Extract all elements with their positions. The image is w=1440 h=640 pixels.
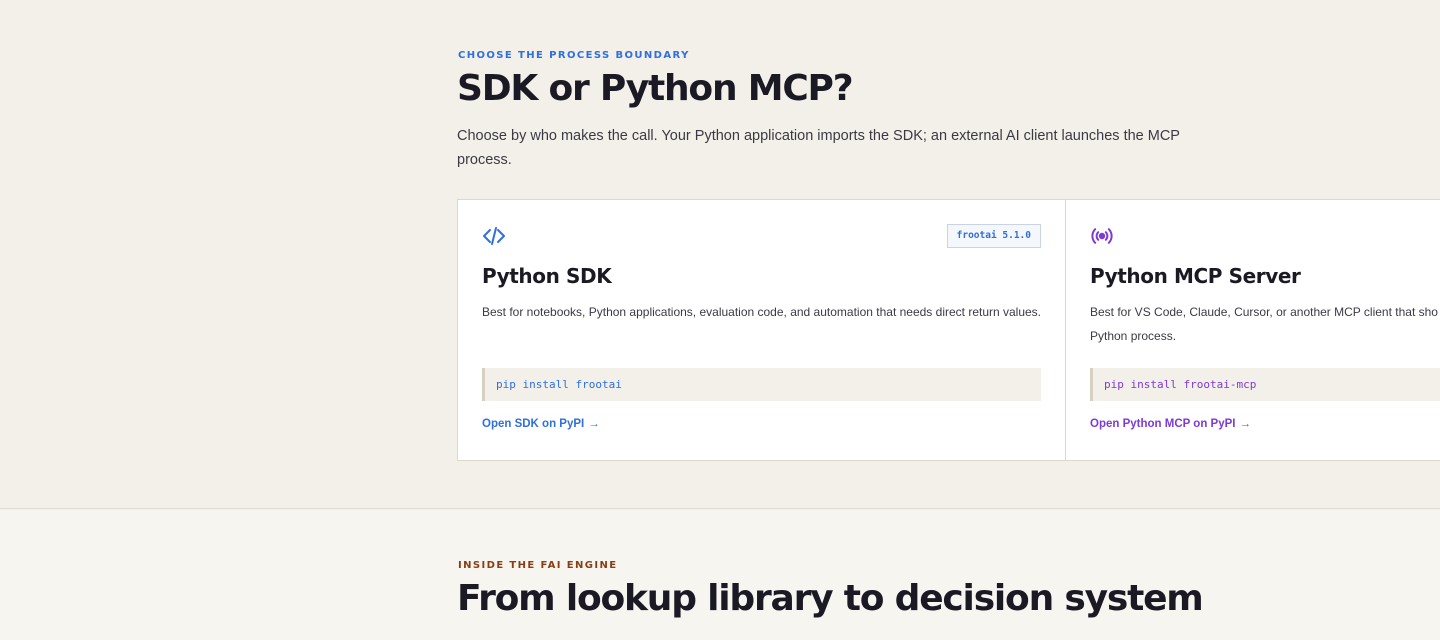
version-badge: frootai 5.1.0	[946, 224, 1041, 248]
arrow-right-icon: →	[588, 418, 600, 430]
card-description-line-1: Best for VS Code, Claude, Cursor, or ano…	[1090, 305, 1438, 319]
card-description: Best for notebooks, Python applications,…	[482, 305, 1042, 319]
process-boundary-section: CHOOSE THE PROCESS BOUNDARY SDK or Pytho…	[0, 0, 1440, 509]
card-description-line-2: Python process.	[1090, 329, 1177, 343]
open-mcp-pypi-link[interactable]: Open Python MCP on PyPI →	[1090, 418, 1251, 430]
engine-eyebrow: INSIDE THE FAI ENGINE	[458, 560, 618, 571]
section-eyebrow: CHOOSE THE PROCESS BOUNDARY	[458, 50, 690, 61]
section-lead: Choose by who makes the call. Your Pytho…	[457, 128, 1180, 168]
section-title: SDK or Python MCP?	[457, 68, 854, 109]
engine-title: From lookup library to decision system	[457, 578, 1204, 619]
mcp-card: Python MCP Server Best for VS Code, Clau…	[1066, 200, 1440, 460]
open-sdk-pypi-link[interactable]: Open SDK on PyPI →	[482, 418, 600, 430]
link-label: Open SDK on PyPI	[482, 418, 585, 430]
page: CHOOSE THE PROCESS BOUNDARY SDK or Pytho…	[0, 0, 1440, 640]
arrow-right-icon: →	[1239, 418, 1251, 430]
link-label: Open Python MCP on PyPI	[1090, 418, 1236, 430]
code-icon	[483, 227, 505, 245]
install-command[interactable]: pip install frootai-mcp	[1090, 368, 1440, 401]
install-command[interactable]: pip install frootai	[482, 368, 1041, 401]
card-description: Best for VS Code, Claude, Cursor, or ano…	[1090, 300, 1440, 348]
card-title: Python MCP Server	[1090, 264, 1301, 288]
comparison-cards: frootai 5.1.0 Python SDK Best for notebo…	[457, 199, 1440, 461]
broadcast-icon	[1091, 228, 1113, 244]
engine-section	[0, 510, 1440, 640]
sdk-card: frootai 5.1.0 Python SDK Best for notebo…	[458, 200, 1066, 460]
card-title: Python SDK	[482, 264, 612, 288]
